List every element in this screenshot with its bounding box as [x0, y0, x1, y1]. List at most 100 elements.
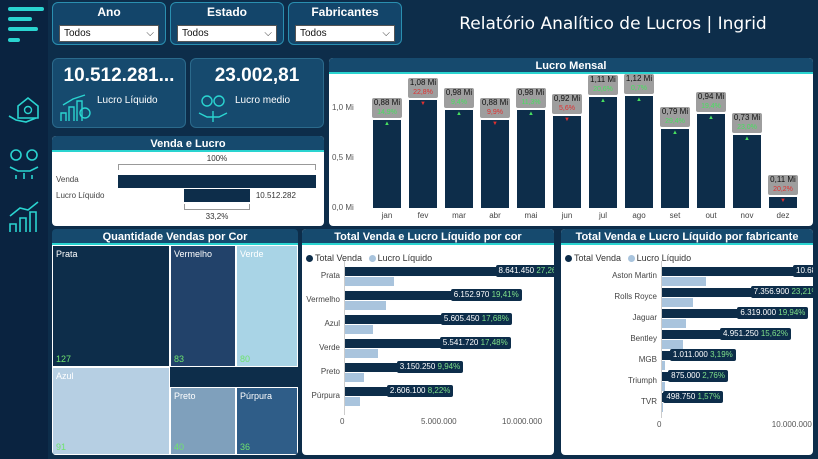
bar-value: 6.152.970 [453, 290, 490, 299]
arrow-down-icon: ▼ [780, 198, 786, 204]
month-data-label: 0,73 Mi 23,0% ▲ [732, 113, 762, 142]
month-change: 0,7% [631, 85, 647, 92]
funnel-bar-lucro [184, 189, 250, 202]
arrow-down-icon: ▼ [492, 121, 498, 127]
month-bar [445, 110, 473, 208]
chevron-down-icon: ⌵ [146, 28, 154, 39]
month-change: 29,4% [665, 118, 685, 125]
bar-total-venda [344, 315, 445, 324]
treemap-cell-name: Vermelho [174, 249, 213, 259]
bar-pct: 19,94% [778, 308, 806, 317]
x-tick-label: 0 [657, 420, 662, 429]
treemap-cell-count: 36 [240, 442, 251, 452]
bar-data-label: 10.686.040 33,71% [793, 265, 813, 277]
filter-label: Estado [206, 5, 247, 19]
treemap-cell-count: 80 [240, 354, 251, 364]
month-bar [661, 129, 689, 208]
treemap-cell-name: Prata [56, 249, 78, 259]
bar-category-label: Púrpura [311, 391, 340, 400]
panel-title: Total Venda e Lucro Líquido por cor [302, 229, 554, 245]
month-label: set [669, 211, 681, 220]
month-value: 0,92 Mi [553, 94, 581, 103]
month-bar [481, 120, 509, 208]
bar-lucro-liquido [661, 298, 693, 307]
x-tick-label: 0 [340, 417, 345, 426]
bar-lucro-liquido [344, 397, 361, 406]
bar-total-venda [344, 387, 391, 396]
funnel-bar-venda [118, 175, 316, 188]
bar-pct: 15,62% [760, 329, 788, 338]
treemap-cell-name: Preto [174, 391, 196, 401]
money-exchange-icon[interactable] [6, 145, 42, 181]
legend: Total Venda Lucro Líquido [565, 253, 691, 263]
month-label: jun [561, 211, 573, 220]
month-value: 0,11 Mi [770, 175, 796, 184]
bar-total-venda [661, 288, 755, 297]
kpi-lucro-medio: 23.002,81 Lucro medio [190, 58, 324, 128]
treemap-cell[interactable]: Preto 40 [170, 387, 236, 455]
bar-pct: 3,19% [710, 350, 733, 359]
bar-total-venda [344, 363, 401, 372]
panel-title: Quantidade Vendas por Cor [52, 229, 298, 245]
bar-data-label: 5.605.450 17,68% [440, 313, 512, 325]
kpi-lucro-liquido: 10.512.281... Lucro Líquido [52, 58, 186, 128]
month-label: nov [740, 211, 754, 220]
bar-data-label: 3.150.250 9,94% [396, 361, 464, 373]
bar-lucro-liquido [661, 319, 687, 328]
month-label: mai [524, 211, 538, 220]
month-bar [517, 110, 545, 208]
sidebar [0, 0, 48, 459]
funnel-bracket [184, 204, 250, 210]
bar-value: 5.541.720 [442, 338, 479, 347]
home-icon[interactable] [6, 92, 42, 128]
treemap-cell[interactable]: Azul 91 [52, 367, 170, 455]
legend-item: Lucro Líquido [377, 253, 433, 263]
month-change: 11,3% [521, 99, 541, 106]
month-label: jul [598, 211, 607, 220]
arrow-down-icon: ▼ [420, 101, 426, 107]
bar-pct: 8,22% [427, 386, 451, 395]
treemap-cell[interactable]: Prata 127 [52, 245, 170, 367]
ano-dropdown[interactable]: Todos ⌵ [59, 25, 159, 42]
growth-icon[interactable] [6, 200, 42, 236]
funnel-value-label: 10.512.282 [255, 191, 296, 200]
treemap-cell-count: 40 [174, 442, 185, 452]
month-data-label: 1,08 Mi 22,8% ▼ [408, 78, 438, 107]
fabricantes-dropdown[interactable]: Todos ⌵ [295, 25, 395, 42]
treemap-cell[interactable]: Púrpura 36 [236, 387, 298, 455]
bar-lucro-liquido [344, 277, 395, 286]
bar-value: 6.319.000 [740, 308, 777, 317]
bar-category-label: Verde [319, 343, 340, 352]
x-axis-line [344, 261, 345, 415]
month-bar [589, 97, 617, 208]
treemap-cell-count: 91 [56, 442, 67, 452]
treemap-cell[interactable]: Verde 80 [236, 245, 298, 367]
bar-data-label: 6.152.970 19,41% [450, 289, 522, 301]
legend: Total Venda Lucro Líquido [306, 253, 432, 263]
month-value: 1,12 Mi [625, 74, 653, 83]
month-bar [553, 116, 581, 208]
treemap-cell[interactable]: Vermelho 83 [170, 245, 236, 367]
bar-data-label: 1.011.000 3,19% [669, 349, 736, 361]
treemap-cell-name: Púrpura [240, 391, 273, 401]
page-title: Relatório Analítico de Lucros | Ingrid A… [459, 14, 767, 82]
legend-swatch [565, 255, 572, 263]
bar-total-venda [661, 330, 725, 339]
bar-pct: 23,21% [791, 287, 813, 296]
arrow-down-icon: ▼ [564, 117, 570, 123]
month-value: 0,73 Mi [733, 113, 761, 122]
arrow-up-icon: ▲ [636, 97, 642, 103]
dropdown-value: Todos [64, 28, 91, 39]
chevron-down-icon: ⌵ [382, 28, 390, 39]
bar-category-label: TVR [641, 397, 657, 406]
month-bar [625, 96, 653, 208]
treemap-cell-name: Azul [56, 371, 74, 381]
bar-data-label: 7.356.900 23,21% [750, 286, 813, 298]
month-data-label: 0,88 Mi 14,9% ▲ [372, 98, 402, 127]
por-cor-panel: Total Venda e Lucro Líquido por cor Tota… [302, 229, 554, 455]
bar-category-label: Triumph [627, 376, 657, 385]
estado-dropdown[interactable]: Todos ⌵ [177, 25, 277, 42]
bar-pct: 19,41% [491, 290, 519, 299]
month-bar [733, 135, 761, 208]
filter-label: Fabricantes [311, 5, 379, 19]
